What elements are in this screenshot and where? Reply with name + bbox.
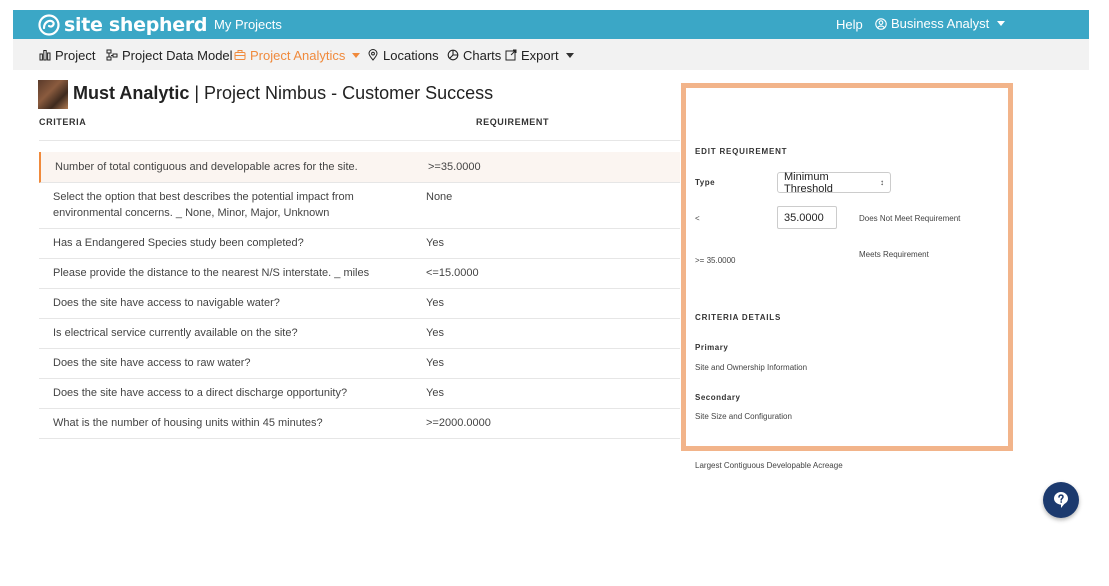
toolbar-locations[interactable]: Locations: [367, 47, 439, 63]
pie-chart-icon: [447, 49, 459, 61]
meets-requirement-label: Meets Requirement: [859, 250, 929, 259]
toolbar-project-label: Project: [55, 47, 96, 63]
requirement-cell: >=35.0000: [428, 161, 481, 173]
secondary-label: Secondary: [695, 393, 741, 402]
page-title-analytic: Must Analytic: [73, 83, 190, 103]
user-menu-dropdown[interactable]: Business Analyst: [875, 16, 1006, 31]
criteria-cell: Select the option that best describes th…: [53, 191, 354, 219]
type-label: Type: [695, 178, 716, 187]
toolbar-data-model-label: Project Data Model: [122, 47, 233, 63]
page-title-project: | Project Nimbus - Customer Success: [189, 83, 494, 103]
table-row[interactable]: Does the site have access to navigable w…: [39, 289, 680, 319]
requirement-cell: Yes: [426, 237, 444, 249]
chevron-down-icon: [565, 52, 574, 58]
toolbar-project-analytics-label: Project Analytics: [250, 47, 346, 63]
nav-my-projects-link[interactable]: My Projects: [214, 17, 282, 32]
site-shepherd-logo[interactable]: site shepherd: [38, 11, 208, 38]
chevron-down-icon: [997, 21, 1006, 26]
table-row[interactable]: Is electrical service currently availabl…: [39, 319, 680, 349]
criteria-cell: Number of total contiguous and developab…: [55, 161, 358, 173]
toolbar-export-label: Export: [521, 47, 559, 63]
project-toolbar: Project Project Data Model Project Analy…: [13, 39, 1089, 70]
toolbar-charts-label: Charts: [463, 47, 502, 63]
table-row[interactable]: Does the site have access to raw water? …: [39, 349, 680, 379]
criteria-cell: Is electrical service currently availabl…: [53, 327, 298, 339]
help-chat-button[interactable]: [1043, 482, 1079, 518]
requirement-cell: None: [426, 191, 453, 203]
table-row[interactable]: Please provide the distance to the neare…: [39, 259, 680, 289]
criteria-cell: Does the site have access to raw water?: [53, 357, 251, 369]
table-row[interactable]: Does the site have access to a direct di…: [39, 379, 680, 409]
shepherd-logo-icon: [38, 13, 60, 36]
criteria-details-heading: CRITERIA DETAILS: [695, 313, 782, 322]
criteria-cell: Does the site have access to a direct di…: [53, 387, 348, 399]
table-row[interactable]: What is the number of housing units with…: [39, 409, 680, 439]
tertiary-value: Largest Contiguous Developable Acreage: [695, 461, 843, 470]
criteria-cell: What is the number of housing units with…: [53, 417, 323, 429]
logo-text: site shepherd: [64, 13, 208, 36]
criteria-cell: Please provide the distance to the neare…: [53, 267, 370, 279]
criteria-cell: Has a Endangered Species study been comp…: [53, 237, 304, 249]
select-arrows-icon: ↕: [880, 178, 884, 187]
secondary-value: Site Size and Configuration: [695, 412, 792, 421]
threshold-value-input[interactable]: [777, 206, 837, 229]
table-row[interactable]: Number of total contiguous and developab…: [39, 152, 680, 183]
does-not-meet-label: Does Not Meet Requirement: [859, 214, 961, 223]
table-row[interactable]: Select the option that best describes th…: [39, 183, 680, 229]
question-mark-icon: [1054, 492, 1068, 508]
toolbar-charts[interactable]: Charts: [447, 47, 501, 63]
toolbar-project[interactable]: Project: [39, 47, 95, 63]
user-circle-icon: [875, 17, 887, 30]
map-pin-icon: [368, 49, 378, 61]
edit-requirement-heading: EDIT REQUIREMENT: [695, 147, 788, 156]
type-select[interactable]: Minimum Threshold ↕: [777, 170, 891, 195]
toolbar-locations-label: Locations: [383, 47, 439, 63]
criteria-cell: Does the site have access to navigable w…: [53, 297, 280, 309]
criteria-table: Number of total contiguous and developab…: [39, 152, 680, 439]
page-title: Must Analytic | Project Nimbus - Custome…: [73, 83, 493, 104]
data-model-icon: [106, 49, 118, 61]
requirement-cell: Yes: [426, 387, 444, 399]
toolbar-project-analytics[interactable]: Project Analytics: [234, 47, 361, 63]
primary-value: Site and Ownership Information: [695, 363, 808, 372]
toolbar-data-model[interactable]: Project Data Model: [106, 47, 233, 63]
type-select-value: Minimum Threshold: [784, 170, 833, 195]
requirement-cell: Yes: [426, 297, 444, 309]
briefcase-icon: [234, 50, 246, 60]
requirement-cell: <=15.0000: [426, 267, 479, 279]
external-link-icon: [505, 49, 517, 61]
column-header-criteria[interactable]: CRITERIA: [39, 117, 86, 127]
table-row[interactable]: Has a Endangered Species study been comp…: [39, 229, 680, 259]
requirement-cell: Yes: [426, 357, 444, 369]
bar-chart-icon: [39, 50, 51, 61]
user-menu-label: Business Analyst: [891, 16, 990, 31]
toolbar-export[interactable]: Export: [505, 47, 574, 63]
table-divider: [39, 140, 680, 141]
requirement-cell: >=2000.0000: [426, 417, 491, 429]
greater-equal-label: >= 35.0000: [695, 256, 736, 265]
nav-help-link[interactable]: Help: [836, 17, 863, 32]
column-header-requirement[interactable]: REQUIREMENT: [476, 117, 549, 127]
less-than-label: <: [695, 214, 700, 223]
chevron-down-icon: [352, 52, 361, 58]
project-thumbnail: [38, 80, 68, 109]
primary-label: Primary: [695, 343, 729, 352]
top-nav-bar: site shepherd My Projects Help Business …: [13, 10, 1089, 39]
requirement-cell: Yes: [426, 327, 444, 339]
